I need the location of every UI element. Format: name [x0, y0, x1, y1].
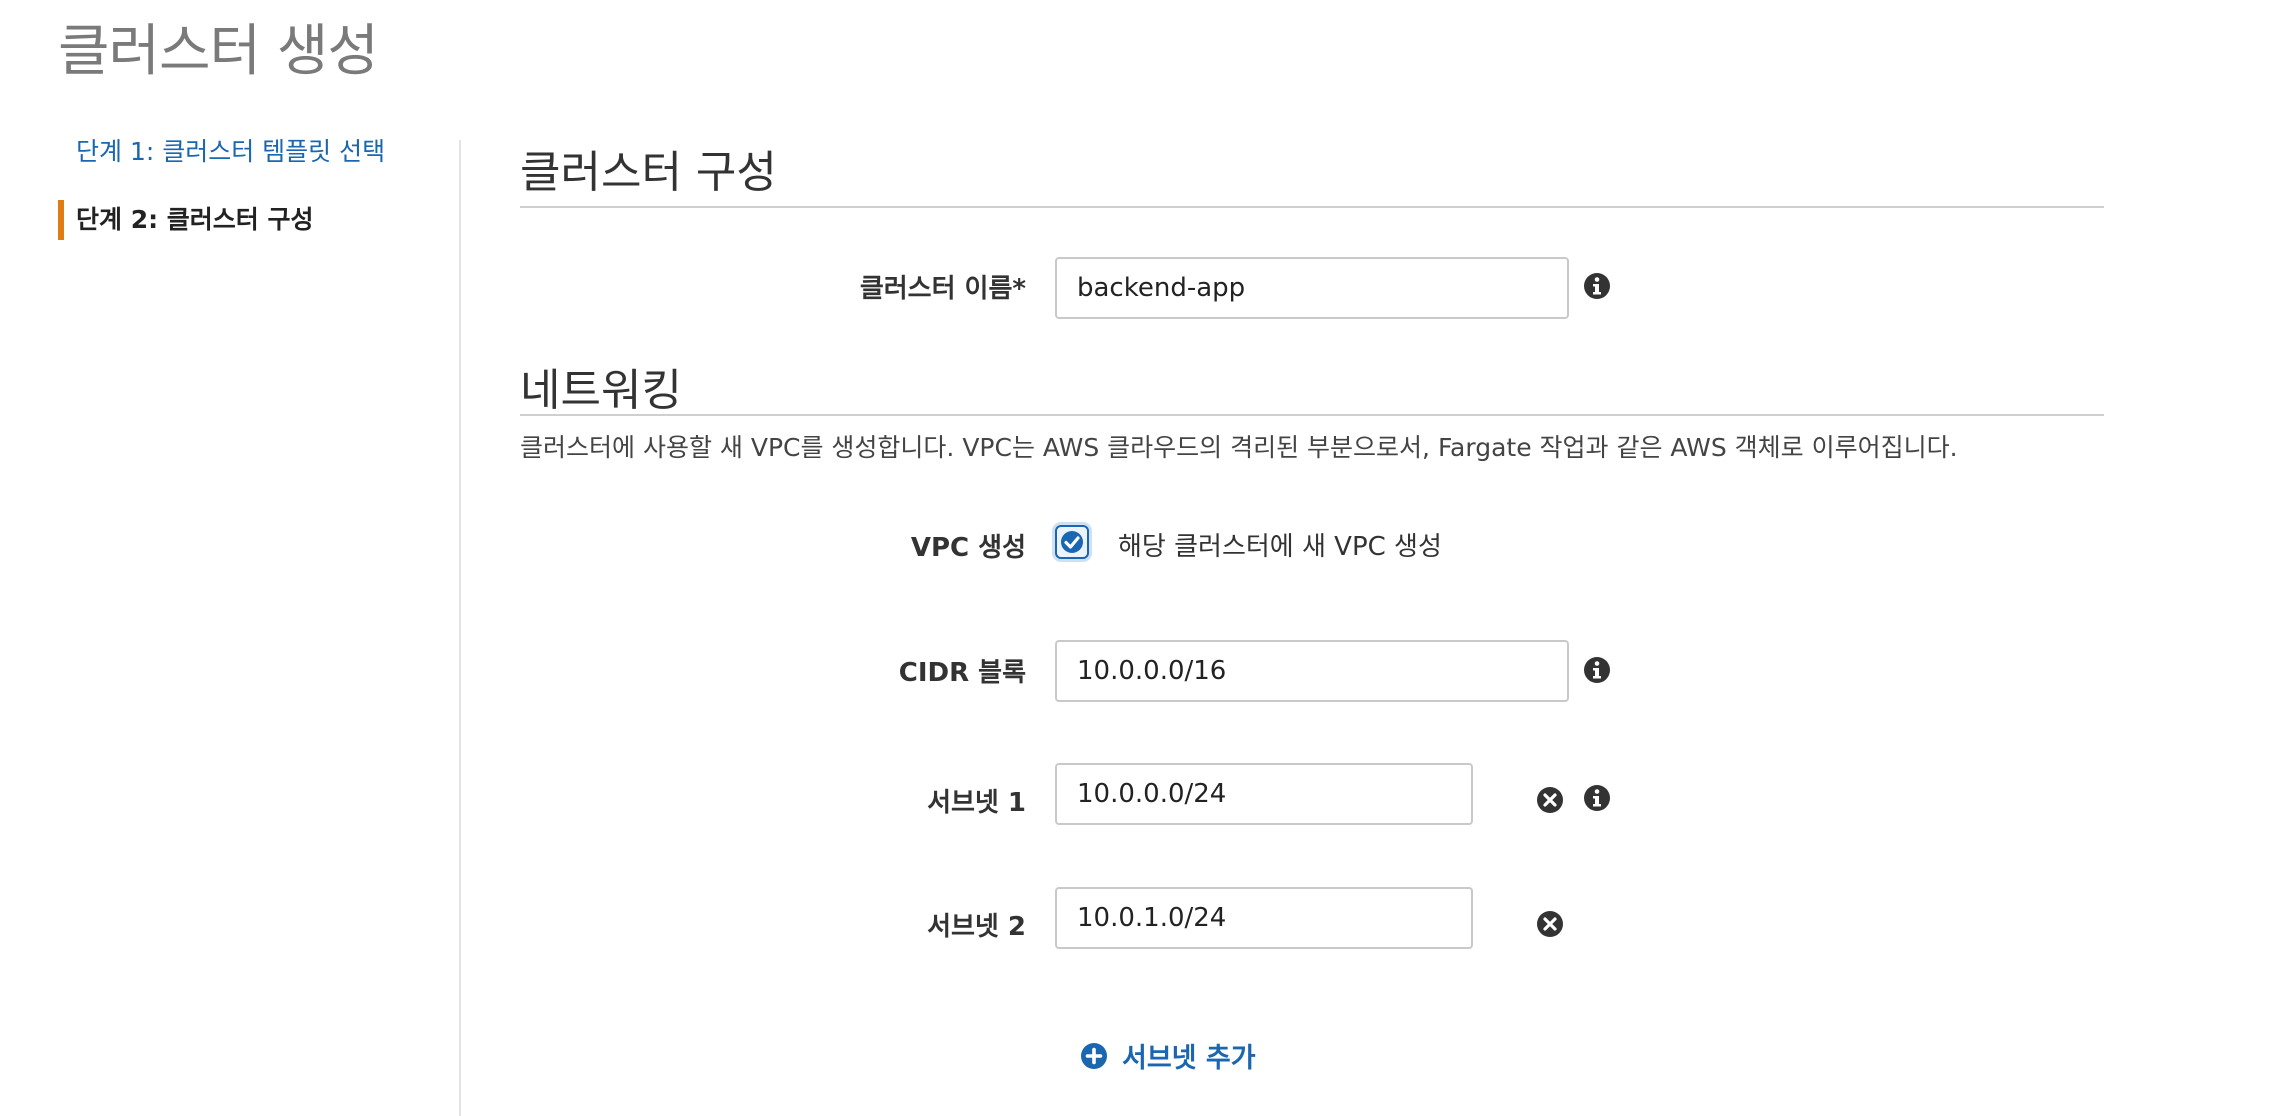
cidr-block-input[interactable] — [1055, 640, 1569, 702]
cidr-block-label: CIDR 블록 — [898, 658, 1026, 688]
vpc-create-label: VPC 생성 — [910, 533, 1026, 563]
remove-icon[interactable] — [1536, 786, 1564, 814]
vpc-create-checkbox[interactable] — [1055, 525, 1089, 559]
info-icon[interactable] — [1583, 272, 1611, 300]
add-subnet-label: 서브넷 추가 — [1122, 1043, 1256, 1074]
subnet-1-label: 서브넷 1 — [927, 788, 1026, 818]
cluster-config-heading: 클러스터 구성 — [520, 147, 777, 198]
section-divider — [520, 414, 2104, 416]
remove-icon[interactable] — [1536, 910, 1564, 938]
subnet-2-label: 서브넷 2 — [927, 912, 1026, 942]
nav-divider — [459, 140, 461, 1116]
wizard-step-2-current: 단계 2: 클러스터 구성 — [58, 200, 314, 240]
plus-circle-icon — [1081, 1042, 1107, 1069]
cluster-name-label: 클러스터 이름* — [859, 274, 1026, 304]
subnet-1-input[interactable] — [1055, 763, 1473, 825]
page-title: 클러스터 생성 — [58, 19, 379, 84]
networking-heading: 네트워킹 — [520, 365, 682, 416]
checkmark-icon — [1061, 531, 1083, 553]
subnet-2-input[interactable] — [1055, 887, 1473, 949]
info-icon[interactable] — [1583, 656, 1611, 684]
info-icon[interactable] — [1583, 784, 1611, 812]
wizard-step-1-link[interactable]: 단계 1: 클러스터 템플릿 선택 — [76, 132, 385, 168]
section-divider — [520, 206, 2104, 208]
vpc-create-checkbox-label[interactable]: 해당 클러스터에 새 VPC 생성 — [1118, 526, 1442, 563]
cluster-name-input[interactable] — [1055, 257, 1569, 319]
add-subnet-button[interactable]: 서브넷 추가 — [1080, 1036, 1256, 1075]
networking-description: 클러스터에 사용할 새 VPC를 생성합니다. VPC는 AWS 클라우드의 격… — [520, 433, 1958, 462]
